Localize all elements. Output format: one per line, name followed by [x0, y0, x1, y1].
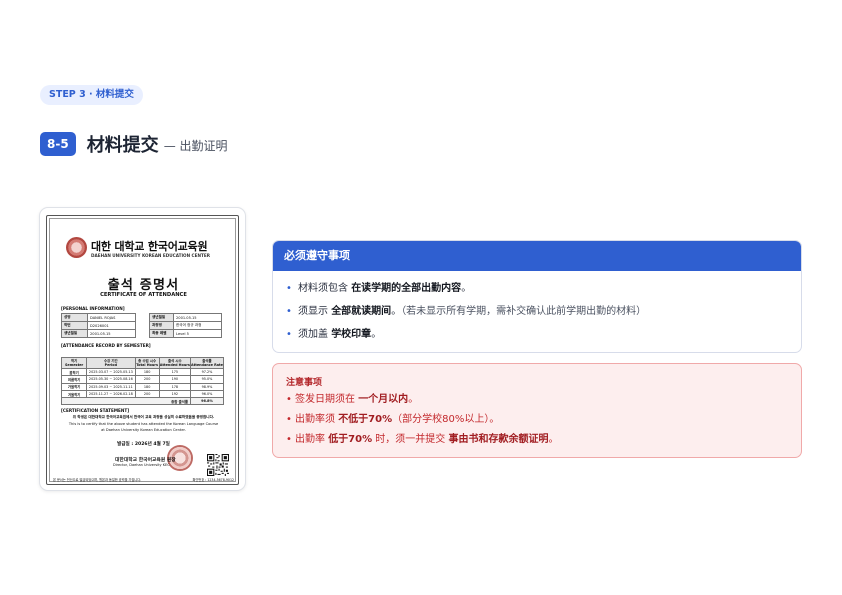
verification-number: 확인번호 : 1234-5678-9012 [192, 478, 234, 482]
total-rate-label: 종합 출석률 [61, 397, 191, 406]
col-total-hours: 총 수업 시수 Total Hours [134, 357, 160, 369]
certificate-sample-card: 대한 대학교 한국어교육원 DAEHAN UNIVERSITY KOREAN E… [39, 207, 246, 491]
signer-en: Director, Daehan University KEC [113, 463, 170, 467]
document-title-en: CERTIFICATE OF ATTENDANCE [100, 292, 187, 298]
issue-date: 발급일 : 2026년 4월 7일 [117, 442, 170, 447]
bullet-icon: • [286, 306, 292, 317]
table-row: 여름학기 2025.05.30 ~ 2025.08.16 200 190 95.… [60, 375, 225, 384]
birth-label: 생년월일 [61, 329, 88, 338]
birth-value: 2001.05.15 [87, 329, 136, 338]
page-title: 材料提交 [86, 135, 159, 156]
caution-heading: 注意事项 [286, 378, 323, 388]
name-value: DANIEL ROJAS [87, 313, 136, 322]
certificate-document: 대한 대학교 한국어교육원 DAEHAN UNIVERSITY KOREAN E… [47, 216, 240, 486]
required-items-list: • 材料须包含 在读学期的全部出勤内容。 • 须显示 全部就读期间。（若未显示所… [273, 271, 801, 350]
document-title-ko: 출석 증명서 [107, 278, 180, 293]
section-title-row: 8-5 材料提交 — 出勤证明 [40, 131, 228, 157]
section-number-badge: 8-5 [40, 132, 76, 156]
step-pill: STEP 3 · 材料提交 [40, 85, 143, 105]
caution-panel: 注意事项 • 签发日期须在 一个月以内。 • 出勤率须 不低于70%（部分学校8… [272, 363, 802, 458]
bullet-icon: • [286, 434, 292, 445]
attendance-heading: [ATTENDANCE RECORD BY SEMESTER] [61, 343, 151, 348]
statement-ko: 위 학생은 대한대학교 한국어교육원에서 한국어 교육 과정을 성실히 수료하였… [72, 415, 215, 419]
list-item: • 须加盖 学校印章。 [286, 329, 382, 340]
signer-ko: 대한대학교 한국어교육원 원장 [115, 458, 176, 463]
certification-heading: [CERTIFICATION STATEMENT] [61, 408, 130, 413]
list-item: • 须显示 全部就读期间。（若未显示所有学期，需补交确认此前学期出勤的材料） [286, 306, 647, 317]
bullet-icon: • [286, 283, 292, 294]
footer-note: 본 문서는 전산으로 발급되었으며, 원본과 동일한 효력을 가집니다. [53, 478, 142, 482]
required-items-heading: 必须遵守事项 [273, 241, 801, 271]
institution-name-ko: 대한 대학교 한국어교육원 [91, 240, 208, 253]
qr-code-icon [207, 454, 229, 476]
list-item: • 出勤率须 不低于70%（部分学校80%以上）。 [286, 414, 500, 425]
col-period: 수강 기간 Period [86, 357, 136, 369]
attendance-header-row: 학기 Semester 수강 기간 Period 총 수업 시수 Total Hour… [60, 357, 225, 369]
bullet-icon: • [286, 329, 292, 340]
caution-list: • 签发日期须在 一个月以内。 • 出勤率须 不低于70%（部分学校80%以上）… [286, 393, 558, 453]
list-item: • 材料须包含 在读学期的全部出勤内容。 [286, 283, 472, 294]
personal-info-heading: [PERSONAL INFORMATION] [61, 306, 125, 311]
bullet-icon: • [286, 414, 292, 425]
page-subtitle: — 出勤证明 [163, 139, 228, 153]
level-label: 최종 레벨 [149, 329, 174, 338]
table-row: 가을학기 2025.09.03 ~ 2025.11.11 180 178 98.… [60, 382, 225, 391]
course-value: 한국어 정규 과정 [173, 321, 222, 330]
col-semester: 학기 Semester [60, 357, 88, 369]
enroll-label: 생년월일 [149, 313, 174, 322]
personal-info-right-table: 생년월일 2001.05.15 과정명 한국어 정규 과정 최종 레벨 Level 5 [149, 313, 222, 338]
col-attendance-rate: 출석률 Attendance Rate [189, 357, 225, 369]
personal-info-left-table: 성명 DANIEL ROJAS 학번 D2026001 생년월일 2001.05.15 [61, 313, 136, 338]
attendance-table: 학기 Semester 수강 기간 Period 총 수업 시수 Total Hour… [60, 357, 225, 406]
total-rate-value: 96.8% [189, 397, 225, 406]
institution-name-en: DAEHAN UNIVERSITY KOREAN EDUCATION CENTE… [91, 253, 210, 258]
statement-en-line2: at Daehan University Korean Education Ce… [101, 428, 186, 432]
statement-en-line1: This is to certify that the above studen… [68, 422, 219, 426]
level-value: Level 5 [173, 329, 222, 338]
col-attended-hours: 출석 시수 Attended Hours [158, 357, 191, 369]
required-items-panel: 必须遵守事项 • 材料须包含 在读学期的全部出勤内容。 • 须显示 全部就读期间… [272, 240, 802, 353]
list-item: • 签发日期须在 一个月以内。 [286, 394, 419, 405]
student-id-value: D2026001 [87, 321, 136, 330]
name-label: 성명 [61, 313, 88, 322]
student-id-label: 학번 [61, 321, 88, 330]
certificate-frame: 대한 대학교 한국어교육원 DAEHAN UNIVERSITY KOREAN E… [46, 215, 239, 485]
enroll-value: 2001.05.15 [173, 313, 222, 322]
table-row: 겨울학기 2025.11.27 ~ 2026.02.18 200 192 96.… [60, 389, 225, 399]
attendance-total-row: 종합 출석률 96.8% [61, 397, 225, 406]
course-label: 과정명 [149, 321, 174, 330]
list-item: • 出勤率 低于70% 时，须一并提交 事由书和存款余额证明。 [286, 434, 559, 445]
bullet-icon: • [286, 394, 292, 405]
table-row: 봄학기 2025.03.07 ~ 2025.05.13 180 175 97.2… [60, 367, 225, 377]
university-seal-icon [66, 237, 87, 258]
